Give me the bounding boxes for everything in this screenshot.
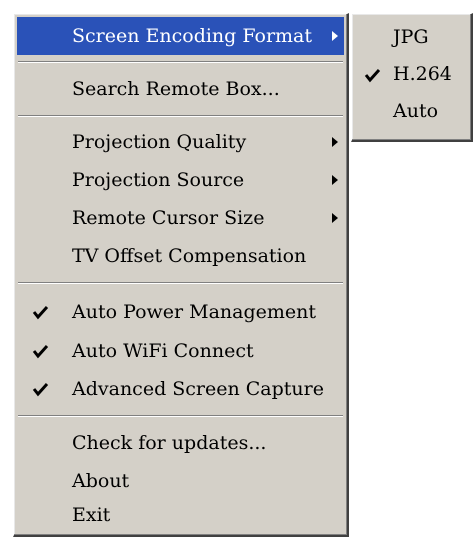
menu-item-auto-power-management[interactable]: Auto Power Management xyxy=(17,293,344,331)
menu-item-label: Screen Encoding Format xyxy=(72,25,313,47)
menu-item-screen-encoding-format[interactable]: Screen Encoding Format xyxy=(17,17,344,55)
menu-item-remote-cursor-size[interactable]: Remote Cursor Size xyxy=(17,199,344,237)
checkmark-icon xyxy=(31,301,51,323)
menu-item-exit[interactable]: Exit xyxy=(17,496,344,534)
submenu-arrow-icon xyxy=(332,213,338,223)
menu-item-projection-quality[interactable]: Projection Quality xyxy=(17,123,344,161)
menu-item-about[interactable]: About xyxy=(17,462,344,500)
menu-item-search-remote-box[interactable]: Search Remote Box... xyxy=(17,70,344,108)
submenu-item-h264[interactable]: H.264 xyxy=(355,56,468,92)
submenu-arrow-icon xyxy=(332,175,338,185)
menu-item-auto-wifi-connect[interactable]: Auto WiFi Connect xyxy=(17,332,344,370)
menu-item-label: TV Offset Compensation xyxy=(72,245,307,267)
menu-item-label: Projection Quality xyxy=(72,131,247,153)
menu-item-label: Advanced Screen Capture xyxy=(72,378,325,400)
submenu-item-label: JPG xyxy=(393,26,429,48)
menu-separator xyxy=(18,415,343,417)
menu-item-label: Auto WiFi Connect xyxy=(72,340,254,362)
submenu-item-auto[interactable]: Auto xyxy=(355,93,468,129)
submenu-item-label: Auto xyxy=(393,100,439,122)
menu-item-label: About xyxy=(72,470,130,492)
encoding-format-submenu: JPG H.264 Auto xyxy=(351,13,473,142)
checkmark-icon xyxy=(31,340,51,362)
menu-separator xyxy=(18,115,343,117)
checkmark-icon xyxy=(31,378,51,400)
submenu-arrow-icon xyxy=(332,137,338,147)
menu-separator xyxy=(18,282,343,284)
menu-item-label: Projection Source xyxy=(72,169,245,191)
checkmark-icon xyxy=(363,64,383,86)
menu-item-label: Search Remote Box... xyxy=(72,78,280,100)
menu-item-tv-offset-compensation[interactable]: TV Offset Compensation xyxy=(17,237,344,275)
menu-item-check-for-updates[interactable]: Check for updates... xyxy=(17,424,344,462)
context-menu: Screen Encoding Format Search Remote Box… xyxy=(13,13,349,537)
submenu-item-label: H.264 xyxy=(393,63,452,85)
menu-item-label: Remote Cursor Size xyxy=(72,207,265,229)
submenu-arrow-icon xyxy=(332,31,338,41)
menu-item-projection-source[interactable]: Projection Source xyxy=(17,161,344,199)
menu-separator xyxy=(18,61,343,63)
menu-item-label: Auto Power Management xyxy=(72,301,317,323)
menu-item-label: Check for updates... xyxy=(72,432,267,454)
menu-item-advanced-screen-capture[interactable]: Advanced Screen Capture xyxy=(17,370,344,408)
menu-item-label: Exit xyxy=(72,504,111,526)
submenu-item-jpg[interactable]: JPG xyxy=(355,19,468,55)
